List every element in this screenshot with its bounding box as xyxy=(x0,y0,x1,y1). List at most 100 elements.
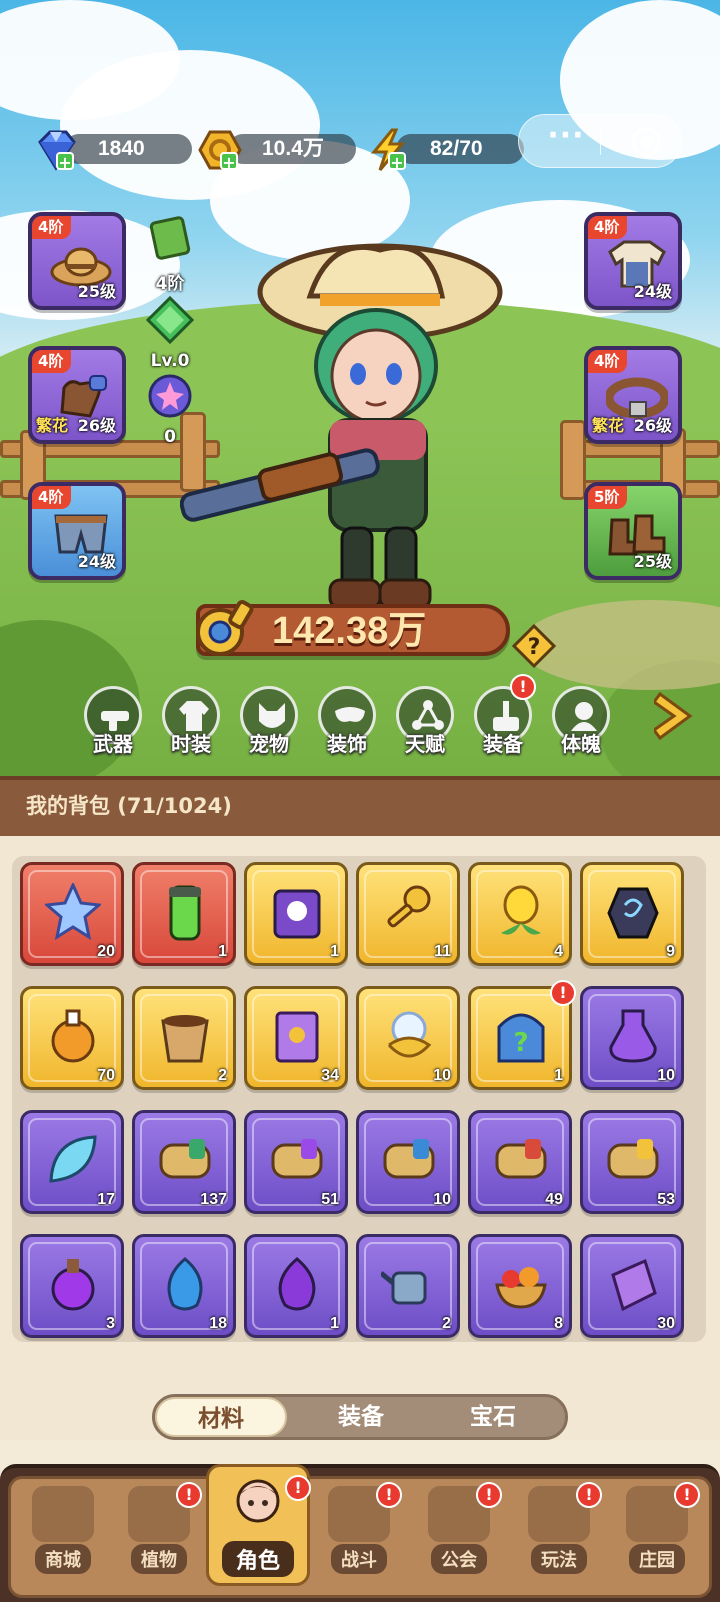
add-gold-button[interactable]: + xyxy=(220,152,238,172)
item-count: 18 xyxy=(209,1315,227,1332)
bag-item[interactable]: 137 xyxy=(132,1110,236,1214)
item-count: 9 xyxy=(666,943,675,960)
alert-badge: ! xyxy=(550,980,576,1006)
bag-item[interactable]: 1 xyxy=(132,862,236,966)
equip-slot-belt[interactable]: 4阶 繁花 26级 xyxy=(584,346,682,444)
purple-crystal-icon xyxy=(611,1258,657,1312)
watering-can-icon xyxy=(381,1271,427,1305)
bag-item[interactable]: 17 xyxy=(20,1110,124,1214)
bag-item[interactable]: 2 xyxy=(356,1234,460,1338)
slot-level: 25级 xyxy=(633,552,672,571)
item-count: 8 xyxy=(554,1315,563,1332)
func-decoration[interactable]: 装饰 xyxy=(314,686,380,757)
bag-item[interactable]: 10 xyxy=(356,1110,460,1214)
nav-plants[interactable]: 植物 ! xyxy=(116,1482,202,1584)
golden-flower-icon xyxy=(501,885,541,935)
bag-item[interactable]: 1 xyxy=(244,1234,348,1338)
bag-item[interactable]: 18 xyxy=(132,1234,236,1338)
func-equipment[interactable]: 装备 ! xyxy=(470,674,536,757)
func-costume[interactable]: 时装 xyxy=(158,686,224,757)
nav-label: 角色 xyxy=(221,1541,294,1577)
energy-amount: 82/70 xyxy=(396,134,524,164)
alert-badge: ! xyxy=(576,1482,602,1508)
bag-item[interactable]: 34 xyxy=(244,986,348,1090)
add-energy-button[interactable]: + xyxy=(388,152,406,172)
func-physique[interactable]: 体魄 xyxy=(548,686,614,757)
slot-level: 24级 xyxy=(633,282,672,301)
nav-gameplay[interactable]: 玩法 ! xyxy=(516,1482,602,1584)
nav-shop[interactable]: 商城 xyxy=(20,1482,106,1584)
tab-gems[interactable]: 宝石 xyxy=(427,1397,559,1437)
diamond-counter[interactable]: + 1840 xyxy=(34,130,194,172)
bag-panel: 20 1 1 11 4 9 70 2 34 10? 1! 10 17 137 51 10 49 53 3 18 1 2 8 3… xyxy=(0,836,720,1440)
nav-label: 战斗 xyxy=(331,1544,387,1574)
bag-item[interactable]: 49 xyxy=(468,1110,572,1214)
help-icon[interactable]: ? xyxy=(512,624,556,668)
nav-battle[interactable]: 战斗 ! xyxy=(316,1482,402,1584)
bag-item[interactable]: 53 xyxy=(580,1110,684,1214)
item-count: 53 xyxy=(657,1191,675,1208)
svg-text:?: ? xyxy=(513,1028,528,1058)
bag-title: 我的背包 (71/1024) xyxy=(26,794,232,818)
alert-badge: ! xyxy=(376,1482,402,1508)
nav-character[interactable]: 角色 ! xyxy=(206,1464,311,1586)
bag-item[interactable]: 2 xyxy=(132,986,236,1090)
bag-item[interactable]: 8 xyxy=(468,1234,572,1338)
energy-counter[interactable]: + 82/70 xyxy=(366,128,526,172)
alert-badge: ! xyxy=(176,1482,202,1508)
bag-item[interactable]: 10 xyxy=(356,986,460,1090)
alert-badge: ! xyxy=(285,1475,311,1501)
glow-flower-icon xyxy=(387,1011,432,1058)
func-label: 装饰 xyxy=(327,732,367,756)
tab-equipment[interactable]: 装备 xyxy=(295,1397,427,1437)
character-cowgirl[interactable] xyxy=(180,236,510,616)
svg-text:?: ? xyxy=(528,635,541,660)
item-count: 51 xyxy=(321,1191,339,1208)
item-count: 1 xyxy=(218,943,227,960)
nav-label: 公会 xyxy=(431,1544,487,1574)
func-weapon[interactable]: 武器 xyxy=(80,686,146,757)
bag-item[interactable]: 51 xyxy=(244,1110,348,1214)
chevron-right-icon[interactable] xyxy=(654,690,694,742)
bag-item[interactable]: 70 xyxy=(20,986,124,1090)
equip-slot-hat[interactable]: 4阶 25级 xyxy=(28,212,126,310)
nav-manor[interactable]: 庄园 ! xyxy=(614,1482,700,1584)
more-options-button[interactable]: ··· xyxy=(535,121,597,159)
close-miniapp-button[interactable] xyxy=(631,127,661,157)
nav-guild[interactable]: 公会 ! xyxy=(416,1482,502,1584)
bag-item[interactable]: 20 xyxy=(20,862,124,966)
bloom-tag: 繁花 xyxy=(592,416,625,435)
tab-materials[interactable]: 材料 xyxy=(155,1397,287,1437)
equip-slot-boots[interactable]: 5阶 25级 xyxy=(584,482,682,580)
nav-label: 庄园 xyxy=(629,1544,685,1574)
item-count: 11 xyxy=(434,943,451,960)
bag-item[interactable]: 3 xyxy=(20,1234,124,1338)
func-pet[interactable]: 宠物 xyxy=(236,686,302,757)
func-talent[interactable]: 天赋 xyxy=(392,686,458,757)
item-count: 20 xyxy=(97,943,115,960)
bag-item[interactable]: 9 xyxy=(580,862,684,966)
combat-power-banner: 142.38万 xyxy=(196,600,510,656)
bag-item[interactable]: 1 xyxy=(244,862,348,966)
bag-item[interactable]: 4 xyxy=(468,862,572,966)
bottom-navigation: 商城 植物 ! 角色 ! 战斗 ! 公会 ! 玩法 ! 庄园 ! xyxy=(0,1464,720,1602)
equip-slot-shorts[interactable]: 4阶 24级 xyxy=(28,482,126,580)
combat-power-value: 142.38万 xyxy=(272,610,427,652)
green-tube-icon xyxy=(169,885,201,941)
alert-badge: ! xyxy=(476,1482,502,1508)
scroll-red-icon xyxy=(495,1139,547,1179)
item-count: 2 xyxy=(442,1315,451,1332)
nav-label: 商城 xyxy=(35,1544,91,1574)
golden-key-icon xyxy=(387,885,431,928)
equip-slot-shirt[interactable]: 4阶 24级 xyxy=(584,212,682,310)
gold-counter[interactable]: + 10.4万 xyxy=(198,130,358,172)
func-label: 体魄 xyxy=(561,732,601,756)
add-diamond-button[interactable]: + xyxy=(56,152,74,172)
bag-item[interactable]: 30 xyxy=(580,1234,684,1338)
bag-item[interactable]: 11 xyxy=(356,862,460,966)
equip-slot-gloves[interactable]: 4阶 繁花 26级 xyxy=(28,346,126,444)
bag-item[interactable]: 10 xyxy=(580,986,684,1090)
spell-book-icon xyxy=(275,1011,319,1063)
fence-post xyxy=(560,420,586,500)
rune-stone-icon xyxy=(607,887,659,939)
